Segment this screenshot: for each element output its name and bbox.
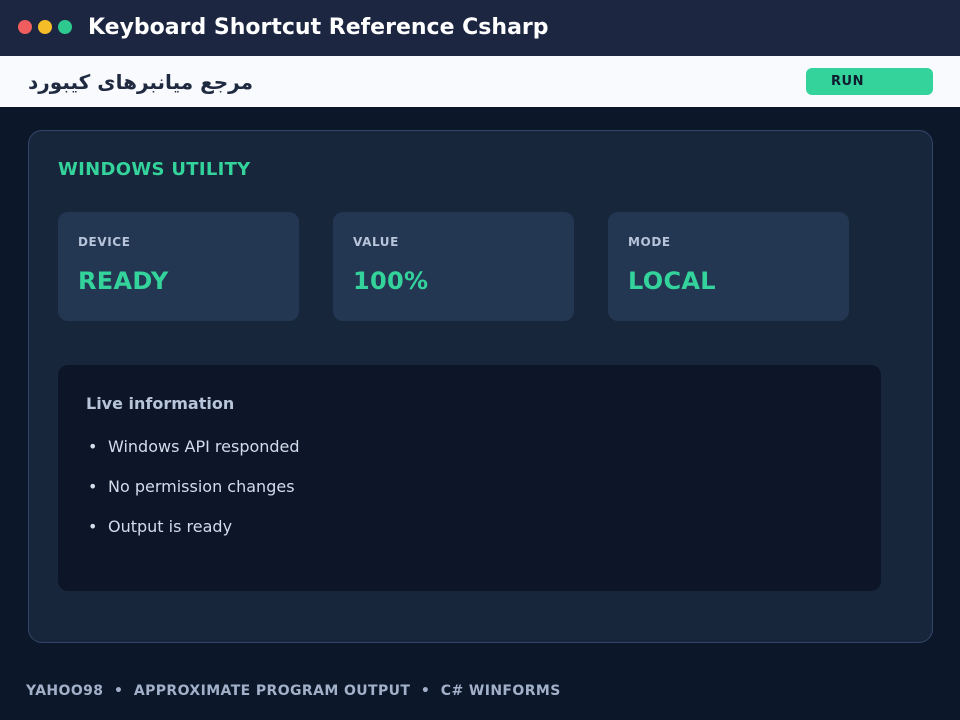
bullet-icon: • — [88, 517, 98, 536]
status-card-value: VALUE 100% — [333, 212, 574, 321]
list-item: • No permission changes — [88, 476, 295, 498]
main-panel: WINDOWS UTILITY DEVICE READY VALUE 100% … — [28, 130, 933, 643]
card-label: VALUE — [353, 235, 399, 249]
section-title: WINDOWS UTILITY — [58, 159, 251, 180]
card-value: 100% — [353, 267, 429, 295]
bullet-icon: • — [88, 437, 98, 456]
card-label: DEVICE — [78, 235, 131, 249]
live-information-box: Live information • Windows API responded … — [58, 365, 881, 591]
card-label: MODE — [628, 235, 671, 249]
card-value: READY — [78, 267, 169, 295]
rtl-page-title: مرجع میانبرهای کیبورد — [28, 70, 253, 94]
list-item-text: Windows API responded — [108, 437, 300, 456]
list-item: • Output is ready — [88, 516, 232, 538]
window-title: Keyboard Shortcut Reference Csharp — [88, 15, 549, 40]
title-bar: Keyboard Shortcut Reference Csharp — [0, 0, 960, 56]
minimize-window-icon[interactable] — [38, 20, 52, 34]
list-item-text: No permission changes — [108, 477, 295, 496]
list-item: • Windows API responded — [88, 436, 300, 458]
close-window-icon[interactable] — [18, 20, 32, 34]
bullet-icon: • — [88, 477, 98, 496]
status-card-device: DEVICE READY — [58, 212, 299, 321]
run-button[interactable]: RUN — [806, 68, 933, 95]
header-bar: مرجع میانبرهای کیبورد RUN — [0, 56, 960, 107]
footer-text: YAHOO98 • APPROXIMATE PROGRAM OUTPUT • C… — [26, 683, 561, 699]
info-title: Live information — [86, 394, 235, 413]
maximize-window-icon[interactable] — [58, 20, 72, 34]
card-value: LOCAL — [628, 267, 716, 295]
list-item-text: Output is ready — [108, 517, 233, 536]
status-card-mode: MODE LOCAL — [608, 212, 849, 321]
